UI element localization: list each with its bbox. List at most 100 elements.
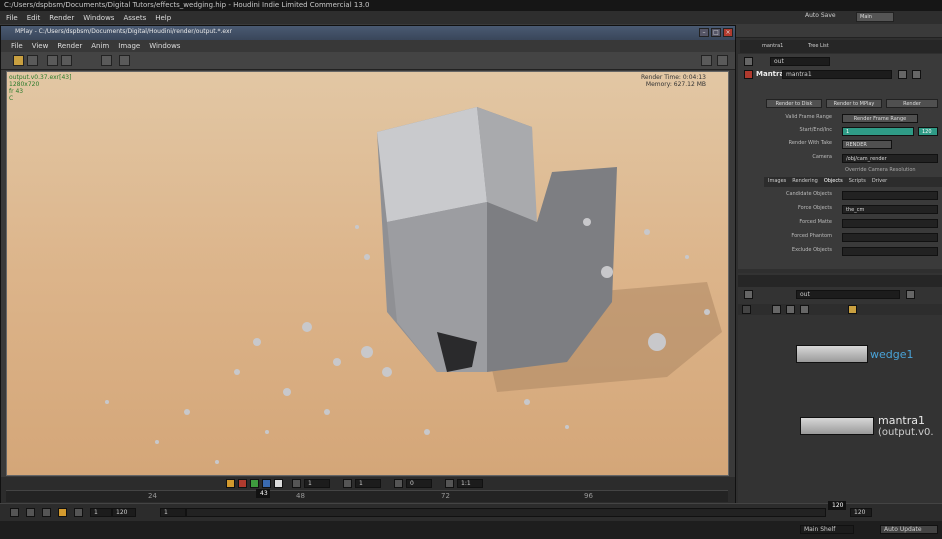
mplay-menu-render[interactable]: Render <box>57 42 82 50</box>
window-controls: – □ × <box>699 28 733 37</box>
red-channel-icon[interactable] <box>238 479 247 488</box>
param-label: Forced Phantom <box>791 233 832 239</box>
main-range-end[interactable]: 120 <box>112 508 136 517</box>
network-layout-icon[interactable] <box>772 305 781 314</box>
wedge-node[interactable] <box>796 345 868 363</box>
mplay-title-bar[interactable]: MPlay - C:/Users/dspbsm/Documents/Digita… <box>1 26 735 40</box>
menu-help[interactable]: Help <box>155 14 171 22</box>
mplay-menu-image[interactable]: Image <box>118 42 140 50</box>
blue-channel-icon[interactable] <box>262 479 271 488</box>
mplay-menu-file[interactable]: File <box>11 42 23 50</box>
auto-save-toggle[interactable]: Auto Save <box>805 12 836 19</box>
green-channel-icon[interactable] <box>250 479 259 488</box>
network-grid-icon[interactable] <box>786 305 795 314</box>
override-camera-row: Override Camera Resolution <box>738 166 942 177</box>
render-to-mplay-button[interactable]: Render to MPlay <box>826 99 882 108</box>
tab-tree-list[interactable]: Tree List <box>808 43 829 49</box>
candidate-objects-field[interactable] <box>842 191 938 200</box>
main-play-icon[interactable] <box>58 508 67 517</box>
exclude-objects-field[interactable] <box>842 247 938 256</box>
menu-assets[interactable]: Assets <box>123 14 146 22</box>
network-path-field[interactable]: out <box>796 290 900 299</box>
menu-render[interactable]: Render <box>49 14 74 22</box>
take-select[interactable]: RENDER <box>842 140 892 149</box>
exposure-field[interactable]: 0 <box>406 479 432 488</box>
gear-icon[interactable] <box>898 70 907 79</box>
mplay-menu-anim[interactable]: Anim <box>91 42 109 50</box>
channel-icon[interactable] <box>47 55 58 66</box>
menu-file[interactable]: File <box>6 14 18 22</box>
window-title: C:/Users/dspbsm/Documents/Digital Tutors… <box>4 1 370 9</box>
network-wrench-icon[interactable] <box>742 305 751 314</box>
main-timeline[interactable] <box>186 508 826 517</box>
menu-edit[interactable]: Edit <box>27 14 41 22</box>
network-back-icon[interactable] <box>744 290 753 299</box>
desktop-select[interactable]: Main <box>856 12 894 22</box>
layout-icon[interactable] <box>717 55 728 66</box>
global-end-field[interactable]: 120 <box>850 508 872 517</box>
display-options-icon[interactable] <box>701 55 712 66</box>
node-name-field[interactable]: mantra1 <box>782 70 892 79</box>
forced-phantom-field[interactable] <box>842 233 938 242</box>
image-name: output.v0.37.exr[43] <box>9 74 72 81</box>
timeline-strip[interactable]: 24 48 72 96 <box>6 490 728 502</box>
timeline-marker[interactable]: 43 <box>256 489 270 498</box>
forced-matte-field[interactable] <box>842 219 938 228</box>
main-current-frame[interactable]: 1 <box>160 508 186 517</box>
main-next-icon[interactable] <box>74 508 83 517</box>
subtab-driver[interactable]: Driver <box>872 178 887 186</box>
gamma-icon[interactable] <box>61 55 72 66</box>
frame-field[interactable]: 1 <box>304 479 330 488</box>
subtab-scripts[interactable]: Scripts <box>849 178 866 186</box>
update-mode-select[interactable]: Auto Update <box>880 525 938 534</box>
minimize-icon[interactable]: – <box>699 28 709 37</box>
menu-windows[interactable]: Windows <box>83 14 114 22</box>
maximize-icon[interactable]: □ <box>711 28 721 37</box>
tick-label: 96 <box>584 492 593 500</box>
subtab-objects[interactable]: Objects <box>824 178 843 186</box>
override-camera-toggle[interactable]: Override Camera Resolution <box>842 166 938 175</box>
zoom-icon[interactable] <box>119 55 130 66</box>
compare-icon[interactable] <box>101 55 112 66</box>
alpha-channel-icon[interactable] <box>274 479 283 488</box>
render-button[interactable]: Render <box>886 99 938 108</box>
subtab-images[interactable]: Images <box>768 178 786 186</box>
rgb-icon[interactable] <box>226 479 235 488</box>
gamma-field[interactable]: 1 <box>355 479 381 488</box>
pan-tool-icon[interactable] <box>27 55 38 66</box>
tick-label: 72 <box>441 492 450 500</box>
subtab-rendering[interactable]: Rendering <box>792 178 818 186</box>
mplay-menu-view[interactable]: View <box>32 42 49 50</box>
valid-frame-range-select[interactable]: Render Frame Range <box>842 114 918 123</box>
network-canvas[interactable]: wedge1 mantra1 (output.v0. <box>760 317 942 504</box>
mplay-menu-windows[interactable]: Windows <box>149 42 180 50</box>
main-first-frame-icon[interactable] <box>10 508 19 517</box>
path-field[interactable]: out <box>770 57 830 66</box>
tick-label: 48 <box>296 492 305 500</box>
select-tool-icon[interactable] <box>13 55 24 66</box>
network-sticky-icon[interactable] <box>848 305 857 314</box>
back-icon[interactable] <box>744 57 753 66</box>
mantra-node[interactable] <box>800 417 874 435</box>
global-end-marker[interactable]: 120 <box>828 501 846 510</box>
render-to-disk-button[interactable]: Render to Disk <box>766 99 822 108</box>
help-icon[interactable] <box>912 70 921 79</box>
exclude-objects-row: Exclude Objects <box>738 247 942 258</box>
end-frame-field[interactable]: 120 <box>918 127 938 136</box>
force-objects-field[interactable]: the_cm <box>842 205 938 214</box>
start-frame-field[interactable]: 1 <box>842 127 914 136</box>
main-stop-icon[interactable] <box>42 508 51 517</box>
mplay-controls: 1 1 0 1:1 24 48 72 96 43 <box>1 477 735 504</box>
parameter-panel: out Mantra mantra1 Render to Disk Render… <box>738 54 942 269</box>
main-prev-icon[interactable] <box>26 508 35 517</box>
zoom-field[interactable]: 1:1 <box>457 479 483 488</box>
render-viewport[interactable]: output.v0.37.exr[43] 1280x720 fr 43 C Re… <box>6 71 729 476</box>
main-range-start[interactable]: 1 <box>90 508 112 517</box>
network-options-icon[interactable] <box>906 290 915 299</box>
image-frame: fr 43 <box>9 88 24 95</box>
camera-field[interactable]: /obj/cam_render <box>842 154 938 163</box>
close-icon[interactable]: × <box>723 28 733 37</box>
network-list-icon[interactable] <box>800 305 809 314</box>
tab-mantra[interactable]: mantra1 <box>762 43 783 49</box>
mantra-node-output: (output.v0. <box>878 427 934 438</box>
